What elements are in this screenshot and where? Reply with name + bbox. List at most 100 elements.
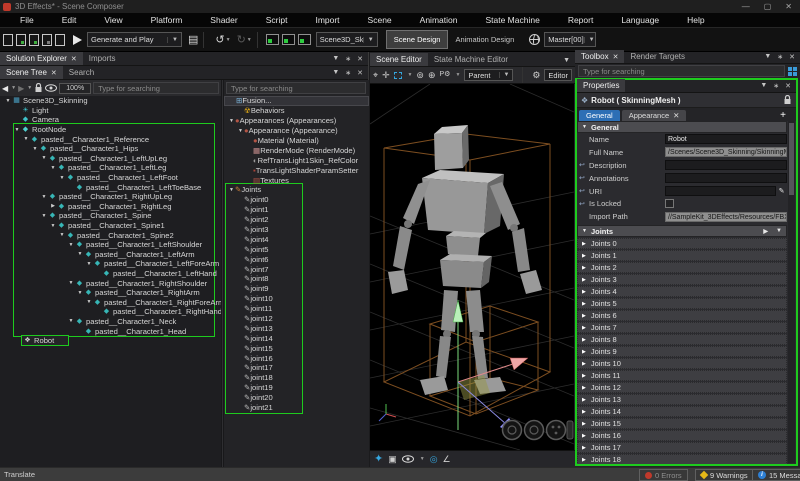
- joint-item[interactable]: ✎joint6: [224, 254, 369, 264]
- master-dropdown[interactable]: Master[00]▼: [544, 32, 596, 47]
- expander-icon[interactable]: ▼: [40, 213, 48, 219]
- tree-item[interactable]: ▼◆pasted__Character1_RightArm: [0, 288, 221, 298]
- joint-item[interactable]: ✎joint0: [224, 195, 369, 205]
- editor-mode-box[interactable]: Editor: [544, 69, 572, 81]
- joint-item[interactable]: ✎joint9: [224, 284, 369, 294]
- manipulator-icon[interactable]: ✦: [374, 454, 383, 464]
- copy-file-icon[interactable]: [42, 34, 52, 46]
- reset-icon[interactable]: ↩: [579, 161, 589, 169]
- tab-state-machine-editor[interactable]: State Machine Editor: [428, 53, 514, 66]
- reset-icon[interactable]: ↩: [579, 200, 589, 208]
- minimize-button[interactable]: —: [742, 2, 750, 11]
- expander-icon[interactable]: ▶: [582, 325, 586, 331]
- viewport-canvas[interactable]: [370, 84, 574, 450]
- tree-item[interactable]: ▼◆pasted__Character1_Spine: [0, 211, 221, 221]
- component-item[interactable]: ▼●Appearances (Appearances): [224, 116, 369, 126]
- expander-icon[interactable]: ▼: [228, 187, 235, 193]
- edit-pencil-icon[interactable]: ✎: [776, 187, 787, 195]
- component-item[interactable]: ●Material (Material): [224, 136, 369, 146]
- joint-item[interactable]: ✎joint7: [224, 264, 369, 274]
- menu-report[interactable]: Report: [554, 13, 608, 27]
- target-camera-icon[interactable]: ◎: [430, 454, 438, 464]
- new-file-icon[interactable]: [3, 34, 13, 46]
- menu-edit[interactable]: Edit: [48, 13, 91, 27]
- component-item[interactable]: ▪TransLightShaderParamSetter: [224, 165, 369, 175]
- pin-icon[interactable]: ∗: [345, 55, 351, 63]
- warnings-badge[interactable]: 9 Warnings: [695, 469, 754, 481]
- errors-badge[interactable]: 0 Errors: [639, 469, 688, 481]
- reset-icon[interactable]: ↩: [579, 187, 589, 195]
- add-tab-button[interactable]: +: [780, 110, 796, 121]
- save-file-icon[interactable]: [29, 34, 39, 46]
- parent-mode-dropdown[interactable]: Parent▼: [464, 69, 513, 81]
- joints-row[interactable]: ▶Joints 7: [577, 322, 787, 333]
- tab-solution-explorer[interactable]: Solution Explorer✕: [0, 52, 83, 65]
- joint-item[interactable]: ✎joint12: [224, 314, 369, 324]
- property-value-field[interactable]: Robot: [665, 134, 787, 144]
- marquee-select-icon[interactable]: [394, 72, 403, 79]
- tree-item[interactable]: ▼◆pasted__Character1_RightUpLeg: [0, 192, 221, 202]
- eye-icon[interactable]: [45, 84, 57, 92]
- tree-item[interactable]: ◆pasted__Character1_LeftToeBase: [0, 182, 221, 192]
- tree-item[interactable]: ▼◆pasted__Character1_RightForeArm: [0, 297, 221, 307]
- expander-icon[interactable]: ▼: [13, 127, 21, 133]
- tree-item[interactable]: ▼◆pasted__Character1_Hips: [0, 144, 221, 154]
- frame-selection-icon[interactable]: ▣: [388, 454, 397, 464]
- close-icon[interactable]: ✕: [785, 82, 791, 90]
- measure-tool-icon[interactable]: ∠: [443, 454, 451, 464]
- expander-icon[interactable]: ▼: [237, 128, 244, 134]
- panel-menu-icon[interactable]: ▼: [332, 55, 339, 63]
- joint-item[interactable]: ✎joint5: [224, 244, 369, 254]
- tree-item[interactable]: ▼◆pasted__Character1_Spine1: [0, 221, 221, 231]
- tree-item[interactable]: ▼◆RootNode: [0, 125, 221, 135]
- joint-item[interactable]: ✎joint3: [224, 225, 369, 235]
- maximize-button[interactable]: ▢: [764, 2, 772, 11]
- chevron-down-icon[interactable]: ▼: [167, 37, 178, 43]
- screen-target-icon-1[interactable]: [266, 34, 279, 45]
- expander-icon[interactable]: ▶: [582, 337, 586, 343]
- pivot-settings-icon[interactable]: P⚙: [440, 70, 451, 80]
- menu-file[interactable]: File: [6, 13, 48, 27]
- is-locked-checkbox[interactable]: [665, 199, 674, 208]
- joint-item[interactable]: ✎joint4: [224, 234, 369, 244]
- expander-icon[interactable]: ▼: [85, 299, 93, 305]
- tree-item[interactable]: ▼◆pasted__Character1_LeftUpLeg: [0, 154, 221, 164]
- lock-icon[interactable]: [783, 95, 792, 105]
- pin-icon[interactable]: ∗: [777, 53, 783, 61]
- expander-icon[interactable]: ▶: [582, 253, 586, 259]
- expander-icon[interactable]: ▶: [582, 301, 586, 307]
- joints-row[interactable]: ▶Joints 11: [577, 370, 787, 381]
- pin-icon[interactable]: ∗: [345, 69, 351, 77]
- expander-icon[interactable]: ▶: [582, 313, 586, 319]
- tree-item[interactable]: ☀Light: [0, 106, 221, 116]
- expander-icon[interactable]: ▼: [67, 242, 75, 248]
- scene-select-dropdown[interactable]: Scene3D_Skinning▼: [316, 32, 378, 47]
- component-item[interactable]: ⊞Fusion...: [224, 96, 369, 106]
- expander-icon[interactable]: ▼: [85, 261, 93, 267]
- component-item[interactable]: ▼✎Joints: [224, 185, 369, 195]
- tab-search[interactable]: Search: [63, 66, 100, 79]
- joint-item[interactable]: ✎joint10: [224, 294, 369, 304]
- expander-icon[interactable]: ▼: [76, 290, 84, 296]
- components-search-input[interactable]: Type for searching: [226, 82, 366, 94]
- joints-row[interactable]: ▶Joints 5: [577, 298, 787, 309]
- close-icon[interactable]: ✕: [357, 69, 363, 77]
- expander-icon[interactable]: ▼: [58, 232, 66, 238]
- panel-menu-icon[interactable]: ▼: [764, 53, 771, 61]
- expander-icon[interactable]: ▼: [40, 155, 48, 161]
- joints-row[interactable]: ▶Joints 12: [577, 382, 787, 393]
- tree-item[interactable]: ◆pasted__Character1_RightHand: [0, 307, 221, 317]
- tab-animation-design[interactable]: Animation Design: [448, 30, 521, 49]
- expander-icon[interactable]: ▼: [228, 118, 235, 124]
- close-icon[interactable]: ✕: [71, 55, 77, 63]
- menu-view[interactable]: View: [90, 13, 136, 27]
- expander-icon[interactable]: ▶: [582, 385, 586, 391]
- toolbox-search-input[interactable]: Type for searching: [578, 65, 785, 77]
- section-general[interactable]: ▼ General: [577, 121, 787, 133]
- expander-icon[interactable]: ▶: [582, 457, 586, 463]
- section-joints[interactable]: ▼ Joints ▶▼: [577, 225, 787, 237]
- component-item[interactable]: ▤Textures: [224, 175, 369, 185]
- close-icon[interactable]: ✕: [357, 55, 363, 63]
- tree-item[interactable]: ◆pasted__Character1_LeftHand: [0, 269, 221, 279]
- menu-import[interactable]: Import: [301, 13, 353, 27]
